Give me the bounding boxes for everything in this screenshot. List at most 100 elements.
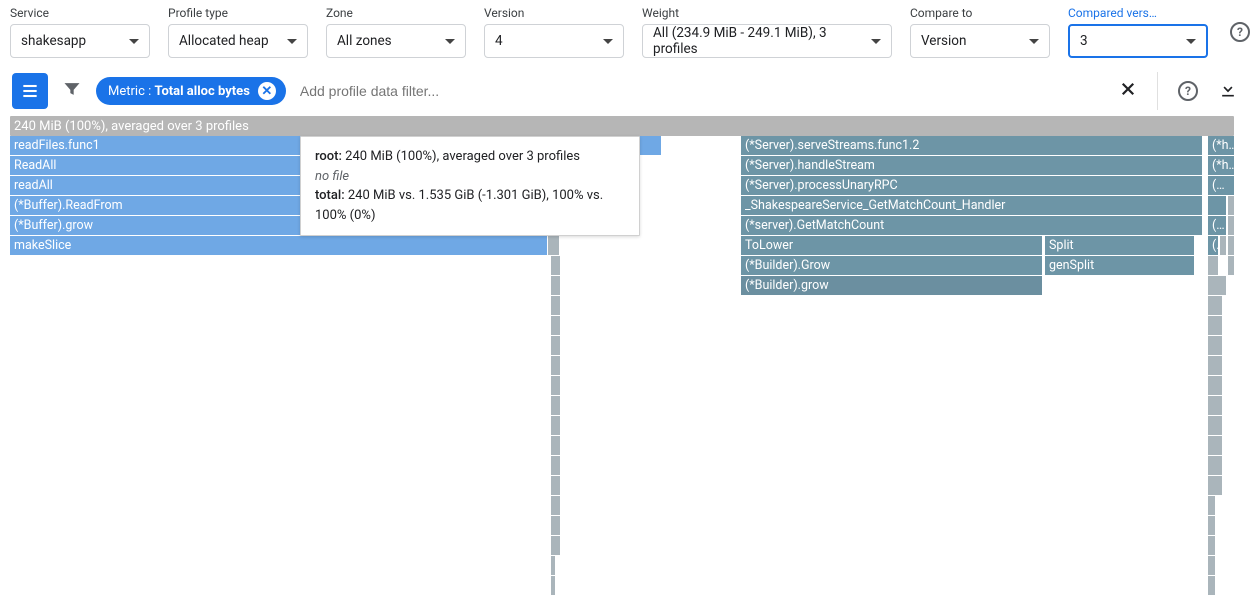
- flame-segment[interactable]: [551, 576, 556, 595]
- flame-segment[interactable]: [551, 376, 561, 395]
- flame-segment[interactable]: [1228, 256, 1235, 275]
- tooltip-subtitle: no file: [315, 167, 625, 187]
- flame-segment[interactable]: (…: [1208, 176, 1235, 195]
- chevron-down-icon: [287, 39, 297, 44]
- select-zone[interactable]: All zones: [326, 24, 466, 58]
- flame-tooltip: root: 240 MiB (100%), averaged over 3 pr…: [300, 136, 640, 236]
- select-service-value: shakesapp: [21, 33, 86, 49]
- flame-root[interactable]: 240 MiB (100%), averaged over 3 profiles: [10, 116, 1234, 136]
- flame-segment[interactable]: [551, 416, 561, 435]
- label-zone: Zone: [326, 6, 466, 20]
- label-weight: Weight: [642, 6, 892, 20]
- flame-segment[interactable]: (*h…: [1208, 136, 1235, 155]
- flame-segment[interactable]: makeSlice: [10, 236, 548, 255]
- flame-segment[interactable]: [548, 236, 560, 255]
- flame-segment[interactable]: (*Server).handleStream: [741, 156, 1203, 175]
- chip-key: Metric: [108, 84, 145, 99]
- chevron-down-icon: [1029, 39, 1039, 44]
- flame-segment[interactable]: [551, 496, 561, 515]
- flame-segment[interactable]: [1208, 356, 1223, 375]
- flame-segment[interactable]: [1208, 196, 1227, 215]
- flame-segment[interactable]: (…: [1208, 216, 1227, 235]
- flame-segment[interactable]: [1228, 196, 1235, 215]
- flame-segment[interactable]: [1208, 516, 1216, 535]
- flame-segment[interactable]: [1208, 536, 1216, 555]
- help-icon[interactable]: ?: [1178, 81, 1198, 101]
- help-icon[interactable]: ?: [1230, 22, 1250, 42]
- tooltip-title-prefix: root:: [315, 149, 342, 164]
- label-version: Version: [484, 6, 624, 20]
- flame-segment[interactable]: [1208, 556, 1216, 575]
- label-service: Service: [10, 6, 150, 20]
- chip-value: Total alloc bytes: [154, 84, 249, 99]
- flame-segment[interactable]: [551, 436, 561, 455]
- download-icon[interactable]: [1218, 79, 1238, 103]
- flame-segment[interactable]: [1208, 316, 1223, 335]
- flame-segment[interactable]: [1208, 296, 1223, 315]
- close-icon[interactable]: [1119, 80, 1137, 102]
- flame-segment[interactable]: genSplit: [1045, 256, 1195, 275]
- flame-segment[interactable]: [551, 516, 561, 535]
- flame-segment[interactable]: [551, 356, 561, 375]
- flame-segment[interactable]: [551, 316, 561, 335]
- metric-chip[interactable]: Metric : Total alloc bytes ✕: [96, 77, 286, 105]
- flame-segment[interactable]: [551, 476, 561, 495]
- flame-segment[interactable]: [1228, 236, 1235, 255]
- flame-segment[interactable]: [1208, 376, 1223, 395]
- flame-segment[interactable]: [1208, 276, 1227, 295]
- label-compare-to: Compare to: [910, 6, 1050, 20]
- flame-segment[interactable]: (*Builder).grow: [741, 276, 1043, 295]
- chevron-down-icon: [871, 39, 881, 44]
- flame-segment[interactable]: [1220, 236, 1227, 255]
- select-weight[interactable]: All (234.9 MiB - 249.1 MiB), 3 profiles: [642, 24, 892, 58]
- flame-segment[interactable]: [551, 256, 561, 275]
- flame-segment[interactable]: (*Server).serveStreams.func1.2: [741, 136, 1203, 155]
- flame-segment[interactable]: (*server).GetMatchCount: [741, 216, 1203, 235]
- flame-segment[interactable]: [1208, 396, 1223, 415]
- flame-segment[interactable]: (…: [1208, 236, 1219, 255]
- label-profile-type: Profile type: [168, 6, 308, 20]
- filter-icon[interactable]: [62, 79, 82, 103]
- flame-segment[interactable]: [1208, 576, 1216, 595]
- flame-segment[interactable]: [1208, 436, 1223, 455]
- select-compared-version[interactable]: 3: [1068, 24, 1208, 58]
- flame-segment[interactable]: [1208, 496, 1216, 515]
- flame-segment[interactable]: [551, 276, 561, 295]
- select-compare-to[interactable]: Version: [910, 24, 1050, 58]
- flame-segment[interactable]: [1228, 216, 1235, 235]
- select-profile-type-value: Allocated heap: [179, 33, 269, 49]
- flame-segment[interactable]: [1208, 256, 1219, 275]
- chevron-down-icon: [603, 39, 613, 44]
- select-weight-value: All (234.9 MiB - 249.1 MiB), 3 profiles: [653, 25, 871, 57]
- select-zone-value: All zones: [337, 33, 392, 49]
- flame-segment[interactable]: Split: [1045, 236, 1195, 255]
- flame-segment[interactable]: [1208, 456, 1223, 475]
- tooltip-total-prefix: total:: [315, 188, 345, 203]
- flame-segment[interactable]: [551, 536, 561, 555]
- list-view-button[interactable]: [12, 73, 48, 109]
- flame-segment[interactable]: [551, 296, 561, 315]
- select-profile-type[interactable]: Allocated heap: [168, 24, 308, 58]
- select-version[interactable]: 4: [484, 24, 624, 58]
- chevron-down-icon: [1186, 39, 1196, 44]
- flame-segment[interactable]: _ShakespeareService_GetMatchCount_Handle…: [741, 196, 1203, 215]
- flame-segment[interactable]: [551, 336, 561, 355]
- select-compare-to-value: Version: [921, 33, 966, 49]
- flame-graph[interactable]: 240 MiB (100%), averaged over 3 profiles…: [0, 114, 1250, 606]
- flame-segment[interactable]: [1208, 416, 1223, 435]
- flame-segment[interactable]: [1208, 336, 1223, 355]
- flame-segment[interactable]: [551, 456, 561, 475]
- flame-segment[interactable]: [1208, 476, 1223, 495]
- flame-segment[interactable]: ToLower: [741, 236, 1043, 255]
- tooltip-title-rest: 240 MiB (100%), averaged over 3 profiles: [342, 149, 580, 164]
- chevron-down-icon: [129, 39, 139, 44]
- filter-input[interactable]: [300, 77, 1105, 105]
- flame-segment[interactable]: (*Builder).Grow: [741, 256, 1043, 275]
- select-service[interactable]: shakesapp: [10, 24, 150, 58]
- flame-segment[interactable]: (*h…: [1208, 156, 1235, 175]
- flame-segment[interactable]: [551, 396, 561, 415]
- flame-segment[interactable]: (*Server).processUnaryRPC: [741, 176, 1203, 195]
- flame-segment[interactable]: [551, 556, 556, 575]
- tooltip-total-rest: 240 MiB vs. 1.535 GiB (-1.301 GiB), 100%…: [315, 188, 603, 223]
- chip-clear-icon[interactable]: ✕: [258, 82, 276, 100]
